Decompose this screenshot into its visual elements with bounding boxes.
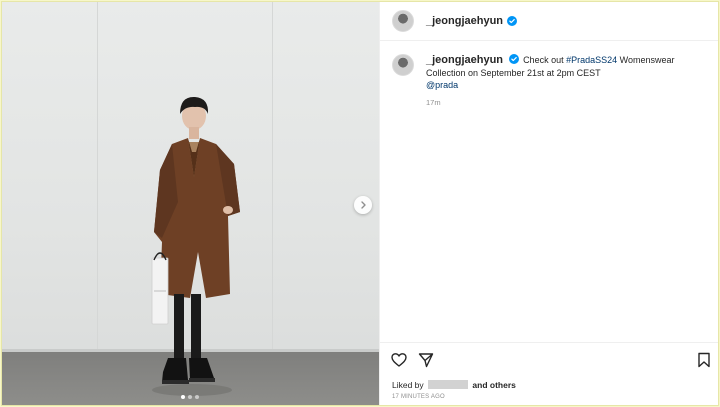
hashtag-link[interactable]: #PradaSS24 (566, 55, 617, 65)
carousel-dot (188, 395, 192, 399)
caption-text: _jeongjaehyun Check out #PradaSS24 Women… (426, 54, 710, 92)
person-figure (151, 96, 240, 396)
carousel-dot (181, 395, 185, 399)
post-side-panel: _jeongjaehyun _jeongjaehyun Check out #P… (379, 2, 718, 405)
caption-username[interactable]: _jeongjaehyun (426, 54, 503, 66)
header-username[interactable]: _jeongjaehyun (426, 15, 503, 27)
post-caption: _jeongjaehyun Check out #PradaSS24 Women… (392, 54, 710, 107)
liked-by-prefix: Liked by (392, 380, 424, 390)
caption-text-before: Check out (523, 55, 567, 65)
heart-icon[interactable] (391, 352, 407, 368)
post-dialog: _jeongjaehyun _jeongjaehyun Check out #P… (1, 1, 719, 406)
redacted-username (428, 380, 469, 389)
liked-by-line: Liked by and others (392, 380, 516, 390)
post-actions: Liked by and others 17 MINUTES AGO (380, 342, 718, 405)
mention-link[interactable]: @prada (426, 80, 458, 90)
liked-by-others-link[interactable]: and others (472, 380, 515, 390)
verified-badge-icon (508, 54, 519, 64)
post-timestamp: 17 MINUTES AGO (392, 394, 445, 400)
bookmark-icon[interactable] (696, 352, 712, 368)
verified-badge-icon (507, 16, 518, 26)
next-arrow-icon (361, 201, 366, 209)
avatar[interactable] (392, 54, 414, 76)
caption-timestamp[interactable]: 17m (426, 98, 710, 107)
post-photo (2, 2, 379, 405)
avatar[interactable] (392, 10, 414, 32)
post-header: _jeongjaehyun (380, 2, 718, 41)
carousel-indicator (181, 395, 199, 399)
carousel-dot (195, 395, 199, 399)
share-icon[interactable] (418, 352, 434, 368)
next-slide-button[interactable] (354, 196, 372, 214)
